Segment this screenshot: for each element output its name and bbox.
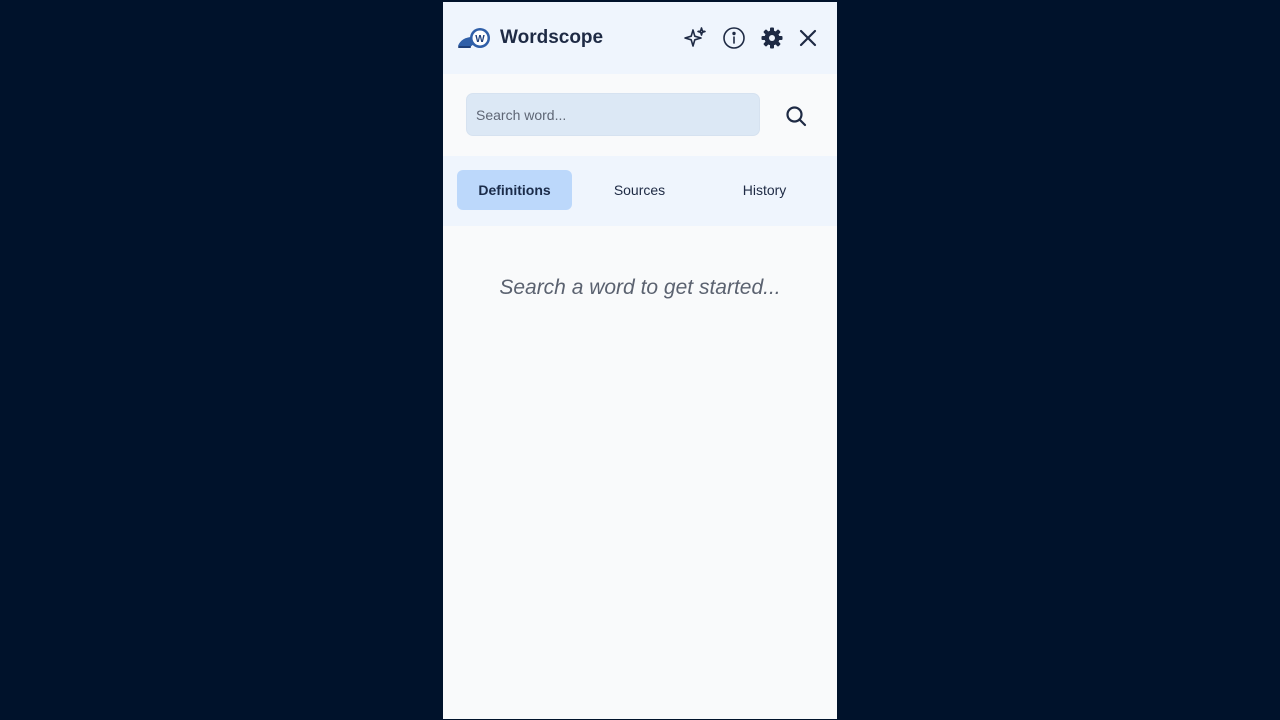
tab-label: Definitions [478,182,551,198]
gear-icon[interactable] [760,26,784,50]
app-title: Wordscope [500,27,604,48]
empty-state-message: Search a word to get started... [499,276,781,299]
tab-bar: Definitions Sources History [443,156,837,226]
tab-label: History [742,182,787,198]
logo-letter: W [475,34,485,45]
wordscope-panel: W Wordscope Search word... Definitions S… [443,2,837,719]
sparkles-icon[interactable] [683,26,707,50]
search-icon[interactable] [783,104,809,128]
search-bar [443,74,837,156]
tab-label: Sources [613,182,666,198]
wordscope-logo-icon: W [456,26,492,50]
tab-sources[interactable]: Sources [582,170,697,210]
tab-history[interactable]: History [707,170,822,210]
search-input[interactable] [466,93,760,136]
tab-definitions[interactable]: Definitions [457,170,572,210]
panel-header: W Wordscope [443,2,837,74]
close-icon[interactable] [796,26,820,50]
info-icon[interactable] [722,26,746,50]
